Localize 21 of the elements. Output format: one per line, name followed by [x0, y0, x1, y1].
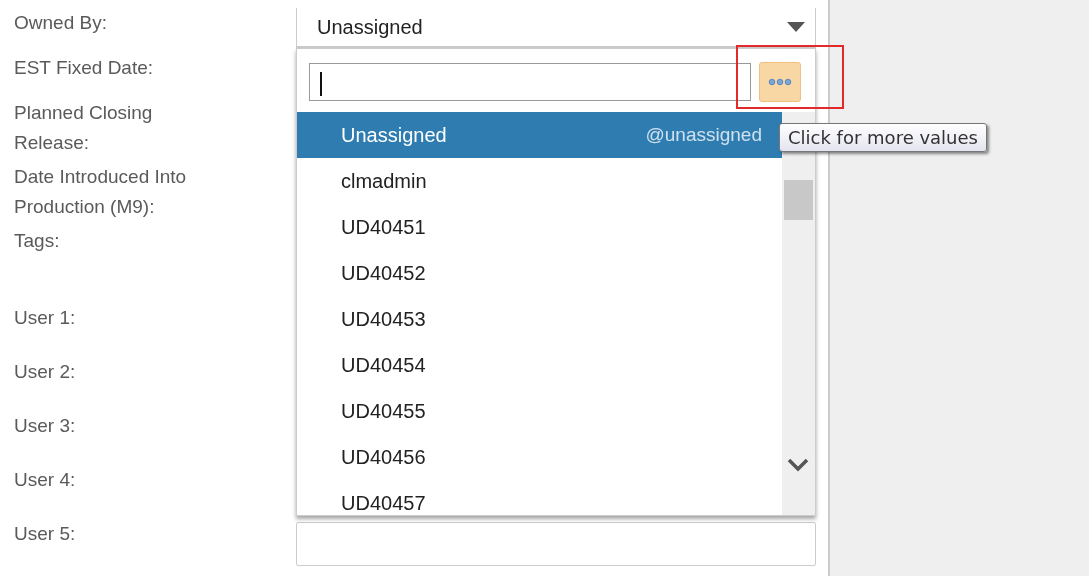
- tooltip: Click for more values: [779, 123, 987, 152]
- chevron-down-icon[interactable]: [787, 458, 809, 472]
- search-field[interactable]: [309, 63, 751, 101]
- field-label: Tags:: [14, 229, 61, 253]
- dropdown-arrow-icon: [787, 22, 805, 32]
- field-label: User 5:: [14, 522, 77, 546]
- field-label: User 1:: [14, 306, 77, 330]
- field-label: User 3:: [14, 414, 77, 438]
- field-label: User 2:: [14, 360, 77, 384]
- option-hint: @unassigned: [645, 124, 762, 146]
- option-item[interactable]: UD40457: [297, 480, 782, 515]
- field-label: EST Fixed Date:: [14, 56, 155, 80]
- more-values-button[interactable]: [759, 62, 801, 102]
- field-label: User 4:: [14, 468, 77, 492]
- more-icon: [768, 78, 792, 86]
- input-field[interactable]: [296, 522, 816, 566]
- field-label: Owned By:: [14, 11, 108, 35]
- scroll-thumb[interactable]: [784, 180, 813, 220]
- option-item[interactable]: Unassigned @unassigned: [297, 112, 782, 158]
- field-label: Planned Closing Release:: [14, 101, 154, 155]
- field-label: Date Introduced Into Production (M9):: [14, 165, 188, 219]
